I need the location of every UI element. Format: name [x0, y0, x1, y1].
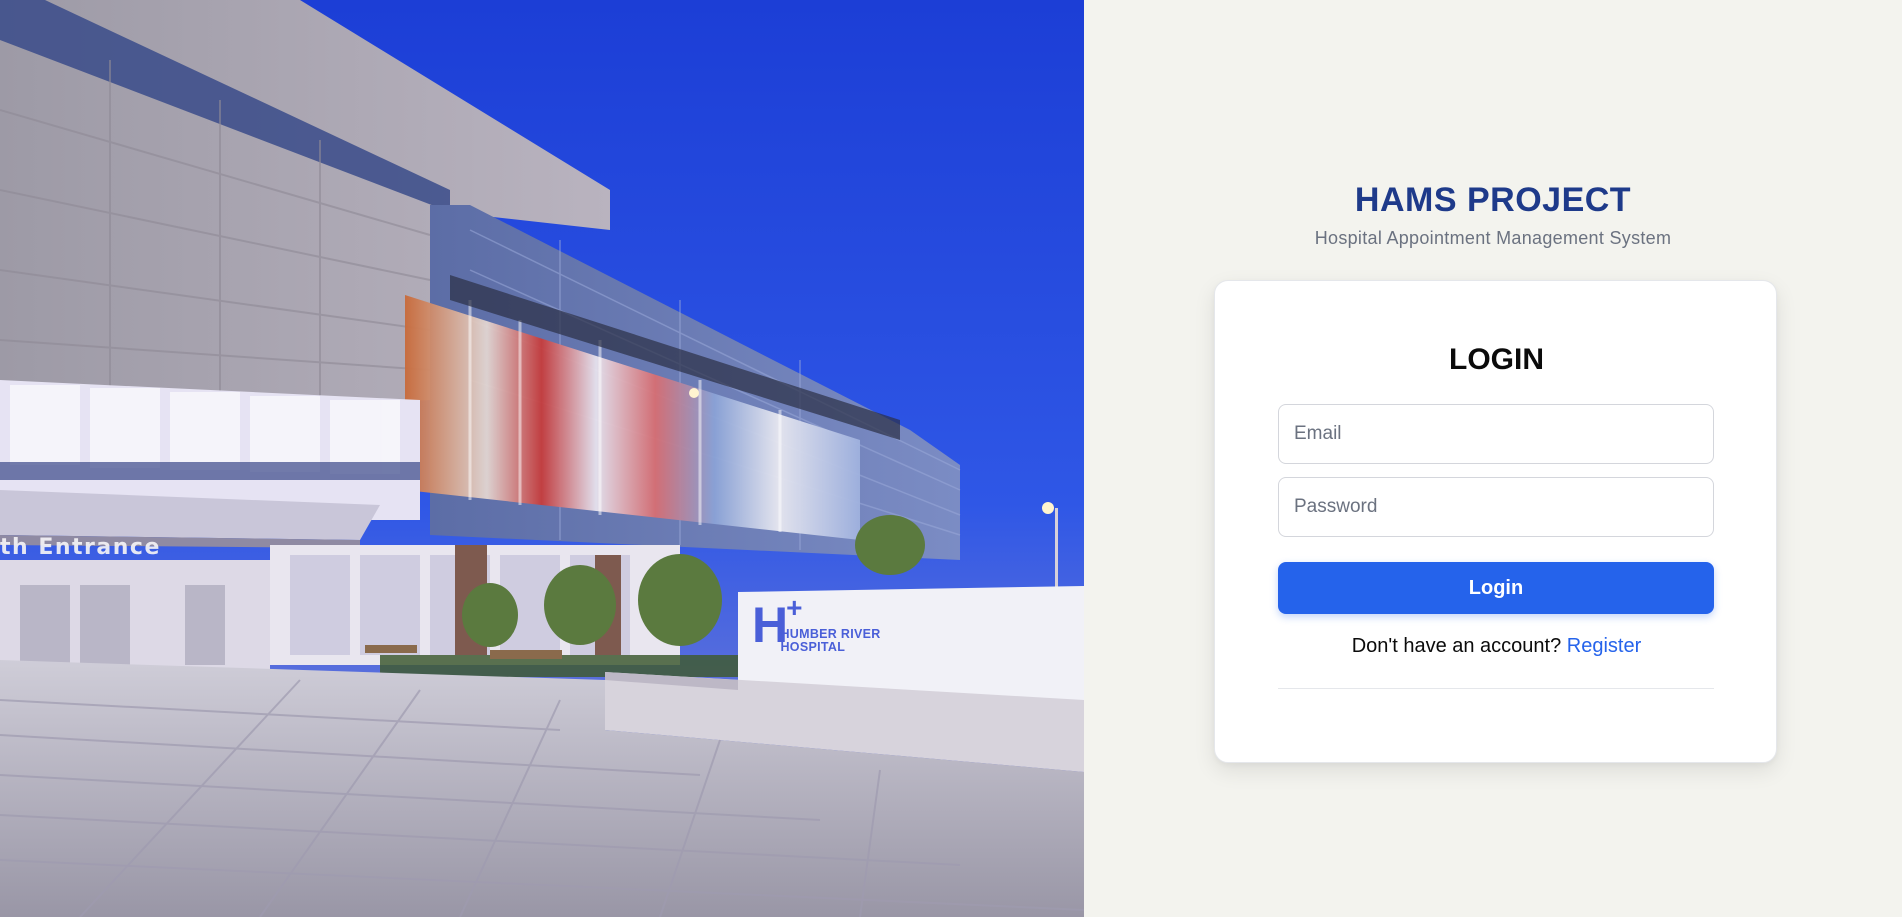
email-field[interactable] — [1278, 404, 1714, 464]
register-link[interactable]: Register — [1567, 635, 1641, 657]
login-card: LOGIN Login Don't have an account? Regis… — [1214, 280, 1777, 763]
login-page: th Entrance H + HUMBER RIVER HOSPITAL HA… — [0, 0, 1902, 917]
hospital-building-illustration — [0, 0, 1084, 917]
login-panel: HAMS PROJECT Hospital Appointment Manage… — [1084, 0, 1902, 917]
login-heading: LOGIN — [1449, 343, 1544, 376]
brand-title: HAMS PROJECT — [1354, 181, 1632, 219]
card-divider — [1278, 688, 1714, 689]
hospital-photo: th Entrance H + HUMBER RIVER HOSPITAL — [0, 0, 1084, 917]
brand-subtitle: Hospital Appointment Management System — [1314, 228, 1672, 248]
register-prompt-line: Don't have an account? Register — [1215, 635, 1778, 658]
login-button[interactable]: Login — [1278, 562, 1714, 614]
password-field[interactable] — [1278, 477, 1714, 537]
hospital-plus-logo-icon: + — [786, 592, 803, 623]
register-prompt-text: Don't have an account? — [1351, 635, 1562, 657]
hospital-sign-text: HUMBER RIVER HOSPITAL — [780, 628, 880, 654]
hospital-sign-line2: HOSPITAL — [780, 640, 846, 654]
hospital-sign-logo: H + HUMBER RIVER HOSPITAL — [752, 594, 881, 654]
entrance-sign-text: th Entrance — [0, 535, 161, 560]
